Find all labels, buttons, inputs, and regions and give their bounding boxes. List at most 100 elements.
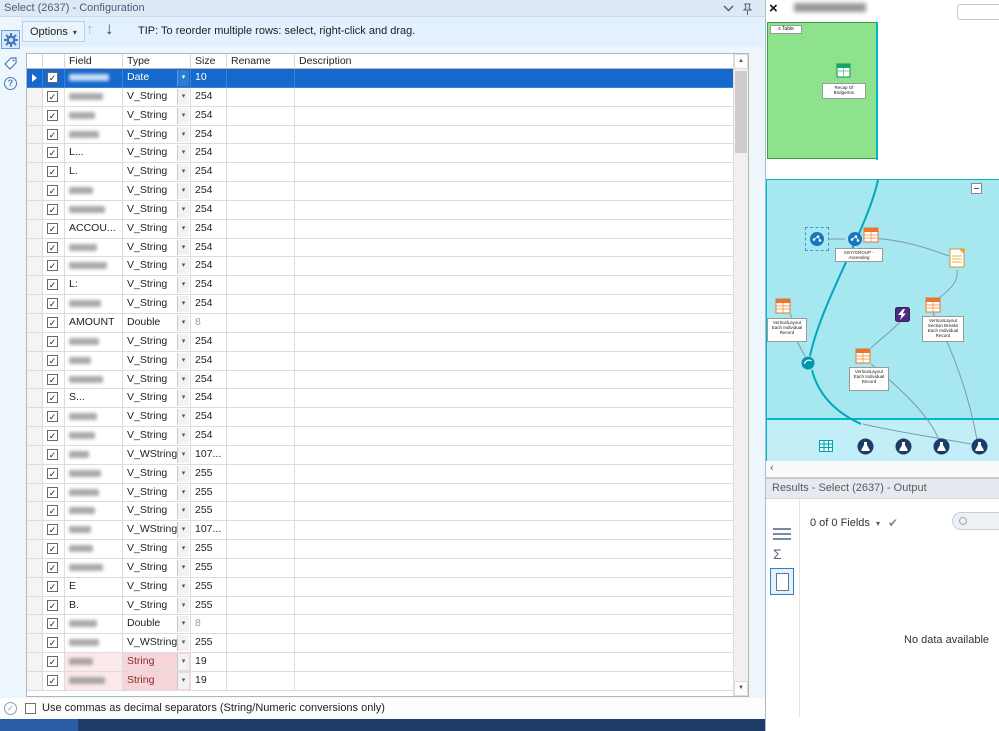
metadata-icon[interactable]: Σ — [773, 546, 782, 562]
row-checkbox[interactable]: ✓ — [47, 260, 58, 272]
rename-cell[interactable] — [227, 69, 295, 87]
row-checkbox[interactable]: ✓ — [47, 222, 58, 234]
fields-summary[interactable]: 0 of 0 Fields — [810, 517, 870, 529]
row-select-gutter[interactable] — [27, 483, 43, 502]
table-row[interactable]: ✓ E V_String ▾ 255 — [27, 577, 733, 597]
field-name-cell[interactable]: L: — [65, 276, 123, 295]
table-tool-icon[interactable] — [836, 63, 851, 81]
row-select-gutter[interactable] — [27, 238, 43, 257]
row-checkbox-cell[interactable]: ✓ — [43, 351, 65, 370]
row-select-gutter[interactable] — [27, 672, 43, 690]
type-dropdown[interactable]: V_String ▾ — [123, 540, 191, 558]
rename-cell[interactable] — [227, 558, 295, 577]
type-dropdown[interactable]: V_String ▾ — [123, 163, 191, 182]
preview-doc-icon[interactable] — [770, 568, 794, 595]
row-checkbox[interactable]: ✓ — [47, 147, 58, 159]
dropdown-arrow-icon[interactable]: ▾ — [177, 409, 189, 426]
type-dropdown[interactable]: V_String ▾ — [123, 125, 191, 144]
type-dropdown[interactable]: V_String ▾ — [123, 332, 191, 351]
size-cell[interactable]: 254 — [191, 200, 227, 219]
row-checkbox-cell[interactable]: ✓ — [43, 408, 65, 427]
type-dropdown[interactable]: V_String ▾ — [123, 464, 191, 483]
size-cell[interactable]: 254 — [191, 87, 227, 106]
row-checkbox-cell[interactable]: ✓ — [43, 653, 65, 671]
type-dropdown[interactable]: V_String ▾ — [123, 295, 191, 313]
field-name-cell[interactable]: S... — [65, 389, 123, 408]
rename-cell[interactable] — [227, 427, 295, 445]
size-cell[interactable]: 254 — [191, 370, 227, 389]
dropdown-arrow-icon[interactable]: ▾ — [177, 333, 189, 350]
description-cell[interactable] — [295, 239, 733, 257]
row-checkbox-cell[interactable]: ✓ — [43, 200, 65, 219]
field-name-cell[interactable] — [65, 521, 123, 540]
size-cell[interactable]: 8 — [191, 313, 227, 332]
row-checkbox-cell[interactable]: ✓ — [43, 295, 65, 313]
grid-tool-icon[interactable] — [818, 438, 834, 457]
dropdown-arrow-icon[interactable]: ▾ — [177, 201, 189, 218]
field-name-cell[interactable] — [65, 672, 123, 690]
green-tool-container[interactable]: s Table Recap Of Bridgerton — [767, 22, 877, 159]
row-checkbox-cell[interactable]: ✓ — [43, 502, 65, 521]
table-row[interactable]: ✓ V_String ▾ 254 — [27, 351, 733, 371]
formula-tool-icon[interactable] — [895, 307, 910, 325]
table-view-icon[interactable] — [773, 528, 791, 541]
size-cell[interactable]: 19 — [191, 653, 227, 671]
process-tool-icon[interactable] — [809, 231, 825, 250]
row-checkbox[interactable]: ✓ — [47, 430, 58, 442]
scrollbar-thumb[interactable] — [735, 71, 747, 153]
move-row-up-icon[interactable]: ↑ — [86, 21, 94, 38]
size-cell[interactable]: 19 — [191, 672, 227, 690]
cyan-tool-container[interactable]: KEY/GROUP - Ascending VerticalLayout Eac… — [766, 179, 999, 462]
rename-cell[interactable] — [227, 295, 295, 313]
size-cell[interactable]: 254 — [191, 389, 227, 408]
table-row[interactable]: ✓ V_WString ▾ 107... — [27, 521, 733, 541]
results-search-input[interactable] — [952, 512, 999, 530]
row-select-gutter[interactable] — [27, 502, 43, 521]
type-dropdown[interactable]: V_String ▾ — [123, 144, 191, 163]
type-dropdown[interactable]: V_WString ▾ — [123, 634, 191, 653]
table-row[interactable]: ✓ V_String ▾ 254 — [27, 238, 733, 258]
description-cell[interactable] — [295, 163, 733, 181]
rename-cell[interactable] — [227, 464, 295, 483]
row-select-gutter[interactable] — [27, 464, 43, 483]
table-row[interactable]: ✓ String ▾ 19 — [27, 653, 733, 672]
dropdown-arrow-icon[interactable]: ▾ — [177, 70, 189, 86]
row-checkbox-cell[interactable]: ✓ — [43, 257, 65, 276]
row-select-gutter[interactable] — [27, 200, 43, 219]
description-cell[interactable] — [295, 578, 733, 596]
tool-selection-box[interactable] — [805, 227, 829, 251]
field-name-cell[interactable] — [65, 558, 123, 577]
rename-cell[interactable] — [227, 219, 295, 238]
description-cell[interactable] — [295, 126, 733, 144]
row-checkbox-cell[interactable]: ✓ — [43, 577, 65, 596]
type-dropdown[interactable]: V_String ▾ — [123, 370, 191, 389]
dropdown-arrow-icon[interactable]: ▾ — [177, 164, 189, 181]
description-cell[interactable] — [295, 69, 733, 87]
field-name-cell[interactable]: E — [65, 577, 123, 596]
size-cell[interactable]: 107... — [191, 521, 227, 540]
description-cell[interactable] — [295, 144, 733, 162]
rename-cell[interactable] — [227, 257, 295, 276]
size-cell[interactable]: 255 — [191, 577, 227, 596]
table-row[interactable]: ✓ AMOUNT Double ▾ 8 — [27, 313, 733, 333]
dropdown-arrow-icon[interactable]: ▾ — [177, 635, 189, 652]
canvas-search-box[interactable] — [957, 4, 999, 20]
dropdown-arrow-icon[interactable]: ▾ — [177, 220, 189, 237]
description-cell[interactable] — [295, 88, 733, 106]
gear-icon[interactable] — [1, 30, 20, 49]
row-checkbox-cell[interactable]: ✓ — [43, 182, 65, 200]
table-row[interactable]: ✓ V_String ▾ 255 — [27, 558, 733, 578]
row-checkbox-cell[interactable]: ✓ — [43, 276, 65, 295]
dropdown-arrow-icon[interactable]: ▾ — [177, 145, 189, 162]
size-cell[interactable]: 255 — [191, 464, 227, 483]
row-checkbox[interactable]: ✓ — [47, 109, 58, 121]
description-cell[interactable] — [295, 634, 733, 652]
row-checkbox[interactable]: ✓ — [47, 72, 58, 83]
rename-cell[interactable] — [227, 332, 295, 351]
row-checkbox-cell[interactable]: ✓ — [43, 163, 65, 182]
type-dropdown[interactable]: V_String ▾ — [123, 427, 191, 445]
row-select-gutter[interactable] — [27, 144, 43, 163]
dropdown-arrow-icon[interactable]: ▾ — [177, 390, 189, 407]
dropdown-arrow-icon[interactable]: ▾ — [177, 107, 189, 124]
table-row[interactable]: ✓ ACCOU... V_String ▾ 254 — [27, 219, 733, 239]
